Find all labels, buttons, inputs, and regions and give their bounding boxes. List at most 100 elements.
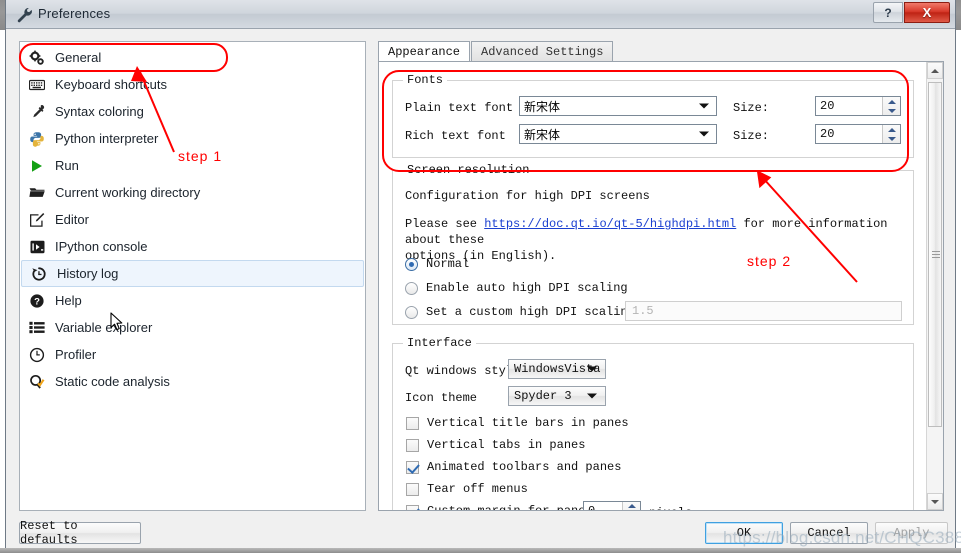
icon-theme-combo[interactable]: Spyder 3: [508, 386, 606, 406]
interface-group-title: Interface: [403, 336, 476, 350]
rich-text-font-label: Rich text font: [405, 129, 506, 143]
custom-margin-unit-label: pixels: [649, 506, 692, 510]
window-buttons: ? X: [873, 2, 950, 23]
sidebar-item-ipython-console[interactable]: IPython console: [20, 233, 365, 260]
checkbox-vertical-tabs[interactable]: Vertical tabs in panes: [406, 438, 585, 452]
sidebar-item-label: Syntax coloring: [55, 104, 144, 119]
gears-icon: [27, 49, 47, 67]
sidebar-item-syntax-coloring[interactable]: Syntax coloring: [20, 98, 365, 125]
scroll-up-arrow-icon[interactable]: [927, 62, 943, 79]
radio-enable-auto-high-dpi-scaling[interactable]: Enable auto high DPI scaling: [405, 281, 628, 295]
qt-windows-style-combo[interactable]: WindowsVista: [508, 359, 606, 379]
sidebar-item-help[interactable]: ? Help: [20, 287, 365, 314]
spinner-down-icon[interactable]: [623, 511, 640, 512]
plain-text-font-label: Plain text font: [405, 101, 514, 115]
radio-set-custom-high-dpi-scaling[interactable]: Set a custom high DPI scaling: [405, 305, 635, 319]
icon-theme-label: Icon theme: [405, 391, 478, 405]
chevron-down-icon: [587, 366, 597, 372]
sidebar-item-label: Help: [55, 293, 82, 308]
sidebar-item-label: IPython console: [55, 239, 148, 254]
checkbox-icon[interactable]: [406, 482, 419, 496]
spinner-buttons[interactable]: [882, 97, 900, 115]
checkbox-icon[interactable]: [406, 438, 419, 452]
sidebar-item-profiler[interactable]: Profiler: [20, 341, 365, 368]
plain-text-font-combo[interactable]: 新宋体: [519, 96, 717, 116]
scrollbar-grip-icon: [932, 250, 940, 259]
watermark: https://blog.csdn.net/CHQC388: [723, 528, 961, 547]
keyboard-icon: [27, 76, 47, 94]
window-bottom-shadow: [0, 548, 961, 553]
checkbox-custom-margin[interactable]: Custom margin for panes:: [406, 504, 600, 510]
tab-appearance[interactable]: Appearance: [378, 41, 471, 61]
fonts-group: Fonts Plain text font 新宋体 Size: 20 Rich …: [392, 73, 914, 158]
preferences-content-pane: Appearance Advanced Settings Fonts Plain…: [378, 41, 944, 511]
checkbox-label: Vertical tabs in panes: [427, 438, 586, 452]
python-icon: [27, 130, 47, 148]
clock-icon: [27, 346, 47, 364]
radio-button-icon[interactable]: [405, 281, 418, 295]
spinner-up-icon[interactable]: [883, 97, 900, 106]
sidebar-item-label: Editor: [55, 212, 89, 227]
sidebar-item-label: History log: [57, 266, 119, 281]
custom-margin-spinner[interactable]: 0: [583, 501, 641, 512]
mouse-cursor-icon: [110, 312, 124, 332]
radio-custom-scaling-label: Set a custom high DPI scaling: [426, 305, 635, 319]
scrollbar-thumb[interactable]: [928, 82, 942, 427]
radio-button-icon[interactable]: [405, 257, 418, 271]
checkbox-label: Vertical title bars in panes: [427, 416, 629, 430]
help-button[interactable]: ?: [873, 2, 903, 23]
interface-group: Interface Qt windows style WindowsVista …: [392, 336, 914, 512]
sidebar-item-static-code-analysis[interactable]: Static code analysis: [20, 368, 365, 395]
checkbox-tear-off-menus[interactable]: Tear off menus: [406, 482, 528, 496]
spinner-buttons[interactable]: [882, 125, 900, 143]
sidebar-item-label: General: [55, 50, 102, 65]
spinner-buttons[interactable]: [622, 502, 640, 512]
plain-text-size-spinner[interactable]: 20: [815, 96, 901, 116]
spinner-up-icon[interactable]: [623, 502, 640, 510]
checkbox-icon[interactable]: [406, 460, 419, 474]
radio-button-icon[interactable]: [405, 305, 418, 319]
rich-text-font-combo[interactable]: 新宋体: [519, 124, 717, 144]
close-button[interactable]: X: [904, 2, 950, 23]
screen-resolution-group: Screen resolution Configuration for high…: [392, 163, 914, 325]
checkbox-animated-toolbars[interactable]: Animated toolbars and panes: [406, 460, 621, 474]
sidebar-item-current-working-directory[interactable]: Current working directory: [20, 179, 365, 206]
checkbox-icon[interactable]: [406, 504, 419, 510]
sidebar-item-history-log[interactable]: History log: [21, 260, 364, 287]
screen-resolution-group-title: Screen resolution: [403, 163, 534, 177]
sidebar-item-label: Current working directory: [55, 185, 201, 200]
spinner-down-icon[interactable]: [883, 134, 900, 143]
spinner-up-icon[interactable]: [883, 125, 900, 134]
sidebar-item-label: Keyboard shortcuts: [55, 77, 168, 92]
sidebar-item-editor[interactable]: Editor: [20, 206, 365, 233]
scroll-down-arrow-icon[interactable]: [927, 493, 943, 510]
rich-text-size-value: 20: [820, 127, 835, 141]
sidebar-item-label: Static code analysis: [55, 374, 170, 389]
spinner-down-icon[interactable]: [883, 106, 900, 115]
sidebar-item-general[interactable]: General: [20, 44, 365, 71]
qt-highdpi-doc-link[interactable]: https://doc.qt.io/qt-5/highdpi.html: [484, 217, 736, 231]
plain-text-size-label: Size:: [733, 101, 770, 115]
tab-advanced-settings[interactable]: Advanced Settings: [471, 41, 614, 61]
preferences-category-list[interactable]: General Keyboard shortcuts Syntax colori…: [19, 41, 366, 511]
eyedropper-icon: [27, 103, 47, 121]
rich-text-size-spinner[interactable]: 20: [815, 124, 901, 144]
high-dpi-note: Please see https://doc.qt.io/qt-5/highdp…: [405, 216, 903, 264]
custom-scaling-input[interactable]: 1.5: [625, 301, 902, 321]
content-scrollbar[interactable]: [926, 62, 943, 510]
chevron-down-icon: [699, 131, 709, 137]
wrench-icon: [16, 6, 34, 24]
checkbox-vertical-title-bars[interactable]: Vertical title bars in panes: [406, 416, 629, 430]
sidebar-item-variable-explorer[interactable]: Variable explorer: [20, 314, 365, 341]
radio-normal[interactable]: Normal: [405, 257, 469, 271]
high-dpi-note-prefix: Please see: [405, 217, 485, 231]
folder-icon: [27, 184, 47, 202]
custom-margin-value: 0: [588, 503, 596, 511]
sidebar-item-label: Variable explorer: [55, 320, 153, 335]
checkbox-icon[interactable]: [406, 416, 419, 430]
annotation-step1-label: step 1: [178, 148, 223, 164]
sidebar-item-keyboard-shortcuts[interactable]: Keyboard shortcuts: [20, 71, 365, 98]
list-icon: [27, 319, 47, 337]
magnifier-check-icon: [27, 373, 47, 391]
reset-to-defaults-button[interactable]: Reset to defaults: [19, 519, 141, 547]
